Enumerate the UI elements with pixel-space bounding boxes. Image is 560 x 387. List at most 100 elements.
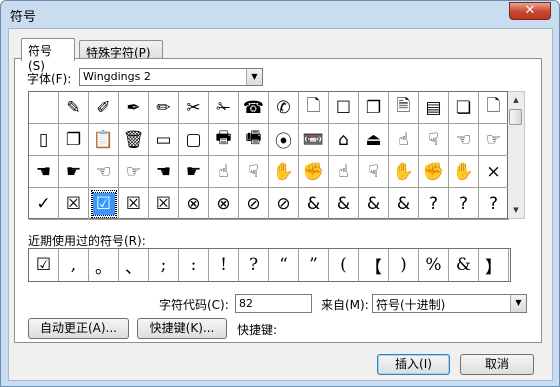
symbol-cell[interactable]: 🗑 [119,124,149,156]
recent-symbol-cell[interactable]: 【 [359,249,389,281]
recent-symbol-cell[interactable]: ; [149,249,179,281]
symbol-cell[interactable]: 🗋 [299,92,329,124]
chevron-down-icon[interactable]: ▼ [510,295,526,312]
symbol-cell[interactable]: 📼 [299,124,329,156]
symbol-cell[interactable]: 🖶 [209,124,239,156]
symbol-cell[interactable]: ? [479,188,509,220]
symbol-cell[interactable]: ☝ [209,156,239,188]
symbol-cell[interactable]: ☎ [239,92,269,124]
symbol-cell[interactable]: ⊘ [269,188,299,220]
font-select[interactable]: Wingdings 2 ▼ [79,68,263,86]
symbol-cell[interactable]: ✋ [269,156,299,188]
symbol-cell[interactable]: ✓ [29,188,59,220]
autocorrect-button[interactable]: 自动更正(A)... [28,318,129,339]
symbol-cell[interactable]: 🗎 [389,92,419,124]
symbol-cell[interactable]: ☒ [59,188,89,220]
symbol-cell[interactable]: ✊ [299,156,329,188]
symbol-cell[interactable]: ☚ [149,156,179,188]
symbol-cell[interactable]: ☞ [119,156,149,188]
chevron-down-icon[interactable]: ▼ [246,69,262,85]
char-code-input[interactable]: 82 [235,294,312,313]
symbol-cell[interactable]: ☞ [479,124,509,156]
symbol-cell[interactable]: & [389,188,419,220]
recent-symbol-cell[interactable]: ) [389,249,419,281]
recent-symbol-cell[interactable]: ” [299,249,329,281]
symbol-cell[interactable]: ☐ [329,92,359,124]
cancel-button[interactable]: 取消 [460,354,534,375]
symbol-cell[interactable]: ☑ [89,188,119,220]
recent-symbol-cell[interactable]: ! [209,249,239,281]
symbol-cell[interactable]: & [299,188,329,220]
symbol-grid[interactable]: ✎ ✐ ✒ ✏ ✂ ✁ ☎ ✆ 🗋 ☐ ❐ 🗎 ▤ ❏ 🗋 ▯ ❐ 📋 🗑 ▭ ▢ 🖶 🖷 ⦿ 📼 ⌂ ⏏ ☝ ☟ ☜ ☞ ☚ ☛ ☜ ☞ ☚ ☛ ☝ ☟ ✋… [28,91,509,220]
symbol-grid-scrollbar[interactable]: ▲ ▼ [508,91,525,219]
symbol-cell[interactable]: ☟ [239,156,269,188]
symbol-cell[interactable]: & [329,188,359,220]
symbol-cell[interactable]: ✎ [59,92,89,124]
scroll-thumb[interactable] [509,109,522,125]
scroll-down-icon[interactable]: ▼ [508,202,524,218]
shortcut-key-button[interactable]: 快捷键(K)... [137,318,227,339]
symbol-cell[interactable]: ✐ [89,92,119,124]
selected-symbol[interactable]: ☑ [91,191,116,216]
symbol-cell[interactable]: ✁ [209,92,239,124]
symbol-cell[interactable]: ⊗ [209,188,239,220]
recent-symbol-cell[interactable]: : [179,249,209,281]
symbol-cell[interactable]: ? [419,188,449,220]
insert-button[interactable]: 插入(I) [377,354,450,375]
symbol-cell[interactable]: ⊗ [179,188,209,220]
from-select[interactable]: 符号(十进制) ▼ [372,294,527,313]
symbol-cell[interactable]: & [359,188,389,220]
recent-symbol-cell[interactable]: 。 [89,249,119,281]
symbol-cell[interactable]: ✏ [149,92,179,124]
symbol-cell[interactable]: ▤ [419,92,449,124]
symbol-cell[interactable]: ❏ [449,92,479,124]
symbol-cell[interactable]: 🖷 [239,124,269,156]
title-bar[interactable]: 符号 ✕ [1,1,559,27]
recent-symbol-cell[interactable]: “ [269,249,299,281]
symbol-cell[interactable]: ✋ [449,156,479,188]
symbol-cell[interactable]: ☛ [59,156,89,188]
symbol-cell[interactable]: ▯ [29,124,59,156]
recent-symbol-cell[interactable]: 】 [479,249,509,281]
symbol-cell[interactable]: ❐ [59,124,89,156]
symbol-cell[interactable]: ☝ [329,156,359,188]
symbol-cell[interactable]: ☛ [179,156,209,188]
symbol-cell[interactable] [29,92,59,124]
symbol-cell[interactable]: ✋ [389,156,419,188]
scroll-up-icon[interactable]: ▲ [508,92,524,108]
recent-symbol-cell[interactable]: , [59,249,89,281]
recent-symbol-cell[interactable]: ( [329,249,359,281]
symbol-cell[interactable]: ⏏ [359,124,389,156]
symbol-cell[interactable]: ▢ [179,124,209,156]
close-button[interactable]: ✕ [509,2,551,20]
symbol-cell[interactable]: ✊ [419,156,449,188]
symbol-cell[interactable]: ☚ [29,156,59,188]
symbol-cell[interactable]: ⦿ [269,124,299,156]
symbol-cell[interactable]: ☒ [149,188,179,220]
symbol-cell[interactable]: ☟ [359,156,389,188]
symbol-cell[interactable]: 📋 [89,124,119,156]
recent-symbol-cell[interactable]: ? [239,249,269,281]
symbol-cell[interactable]: ▭ [149,124,179,156]
symbol-cell[interactable]: ☜ [89,156,119,188]
symbol-cell[interactable]: ❐ [359,92,389,124]
recent-symbol-cell[interactable]: 、 [119,249,149,281]
symbol-cell[interactable]: 🗋 [479,92,509,124]
symbol-cell[interactable]: ✂ [179,92,209,124]
from-label: 来自(M): [321,298,369,312]
recent-symbols-list[interactable]: ☑,。、;:!? “”(【)% &】 [28,248,511,282]
recent-symbol-cell[interactable]: & [449,249,479,281]
tab-symbols[interactable]: 符号(S) [21,38,75,73]
symbol-cell[interactable]: ☟ [419,124,449,156]
symbol-cell[interactable]: ☜ [449,124,479,156]
recent-symbol-cell[interactable]: ☑ [29,249,59,281]
symbol-cell[interactable]: ☝ [389,124,419,156]
symbol-cell[interactable]: ✒ [119,92,149,124]
symbol-cell[interactable]: ☒ [119,188,149,220]
symbol-cell[interactable]: ✆ [269,92,299,124]
symbol-cell[interactable]: ? [449,188,479,220]
symbol-cell[interactable]: ⌂ [329,124,359,156]
recent-symbol-cell[interactable]: % [419,249,449,281]
symbol-cell[interactable]: ⊘ [239,188,269,220]
symbol-cell[interactable]: × [479,156,509,188]
